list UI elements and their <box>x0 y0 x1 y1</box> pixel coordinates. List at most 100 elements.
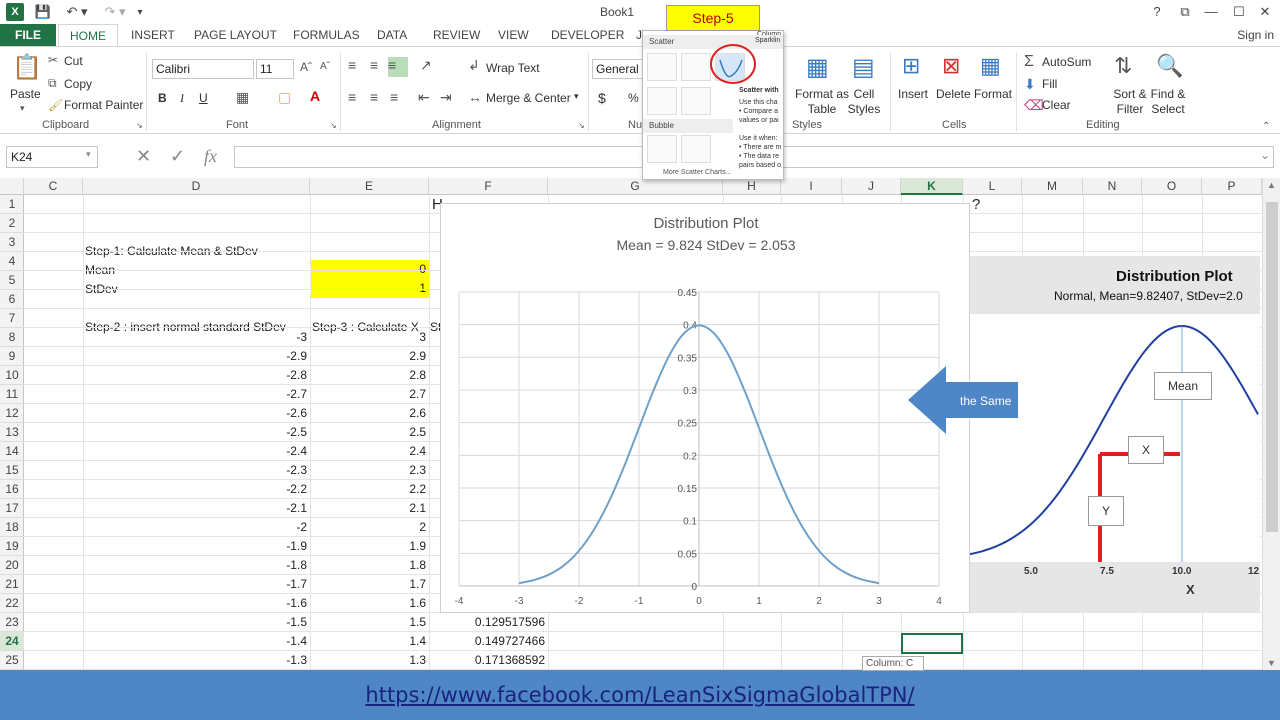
cut-button[interactable]: Cut <box>64 54 83 68</box>
cell-e-value[interactable]: 1.4 <box>310 632 429 651</box>
cell-e-value[interactable]: 2.5 <box>310 423 429 442</box>
cell-e-value[interactable]: 2.3 <box>310 461 429 480</box>
merge-dropdown-icon[interactable]: ▾ <box>574 91 579 102</box>
fill-button[interactable]: Fill <box>1042 77 1057 91</box>
cell-d-value[interactable]: -2.3 <box>83 461 310 480</box>
row-header[interactable]: 18 <box>0 518 24 537</box>
cell-d-value[interactable]: -1.6 <box>83 594 310 613</box>
row-header[interactable]: 1 <box>0 195 24 214</box>
copy-button[interactable]: Copy <box>64 77 92 91</box>
font-color-icon[interactable]: A <box>310 88 320 104</box>
cell-d-value[interactable]: -2 <box>83 518 310 537</box>
italic-button[interactable]: I <box>180 91 184 106</box>
column-header-g[interactable]: G <box>548 178 723 195</box>
cell-f24[interactable]: 0.149727466 <box>429 632 548 651</box>
merge-center-button[interactable]: Merge & Center <box>486 91 571 105</box>
cell-e-value[interactable]: 1.6 <box>310 594 429 613</box>
row-header[interactable]: 4 <box>0 252 24 271</box>
cell-e-value[interactable]: 2.7 <box>310 385 429 404</box>
column-header-n[interactable]: N <box>1083 178 1142 195</box>
row-header[interactable]: 12 <box>0 404 24 423</box>
row-header[interactable]: 24 <box>0 632 24 651</box>
cell-d-value[interactable]: -2.4 <box>83 442 310 461</box>
cell-f23[interactable]: 0.129517596 <box>429 613 548 632</box>
enter-icon[interactable]: ✓ <box>170 146 185 167</box>
percent-button[interactable]: % <box>628 91 639 105</box>
increase-font-icon[interactable]: Aˆ <box>300 60 312 74</box>
cell-d-value[interactable]: -1.3 <box>83 651 310 670</box>
name-box[interactable]: K24 <box>6 146 98 168</box>
cell-e-value[interactable]: 2 <box>310 518 429 537</box>
insert-cells-button[interactable]: Insert <box>898 87 928 101</box>
scrollbar-thumb[interactable] <box>1266 202 1278 532</box>
cell-f25[interactable]: 0.171368592 <box>429 651 548 670</box>
font-launcher-icon[interactable]: ↘ <box>330 121 337 130</box>
column-header-k[interactable]: K <box>901 178 963 195</box>
row-header[interactable]: 6 <box>0 290 24 309</box>
tab-home[interactable]: HOME <box>58 24 118 47</box>
number-format-select[interactable]: General <box>592 59 644 79</box>
row-header[interactable]: 25 <box>0 651 24 670</box>
row-header[interactable]: 10 <box>0 366 24 385</box>
select-all-corner[interactable] <box>0 178 24 195</box>
format-as-table-button[interactable]: Format as Table <box>794 87 850 117</box>
row-header[interactable]: 21 <box>0 575 24 594</box>
cell-e-value[interactable]: 1.3 <box>310 651 429 670</box>
cell-d-value[interactable]: -2.2 <box>83 480 310 499</box>
column-header-f[interactable]: F <box>429 178 548 195</box>
cell-e-value[interactable]: 2.2 <box>310 480 429 499</box>
cell-d-value[interactable]: -2.1 <box>83 499 310 518</box>
increase-indent-icon[interactable]: ⇥ <box>440 89 452 106</box>
column-header-l[interactable]: L <box>963 178 1022 195</box>
column-header-d[interactable]: D <box>83 178 310 195</box>
row-header[interactable]: 19 <box>0 537 24 556</box>
decrease-indent-icon[interactable]: ⇤ <box>418 89 430 106</box>
delete-cells-button[interactable]: Delete <box>936 87 971 101</box>
scroll-up-icon[interactable]: ▲ <box>1267 180 1276 190</box>
row-header[interactable]: 17 <box>0 499 24 518</box>
cell-d-value[interactable]: -3 <box>83 328 310 347</box>
paste-dropdown-icon[interactable]: ▾ <box>20 103 25 114</box>
help-button[interactable]: ? <box>1146 2 1168 22</box>
cell-d-value[interactable]: -1.4 <box>83 632 310 651</box>
row-header[interactable]: 11 <box>0 385 24 404</box>
align-right-icon[interactable]: ≡ <box>390 89 398 105</box>
tab-review[interactable]: REVIEW <box>433 28 480 42</box>
cancel-icon[interactable]: ✕ <box>136 146 151 167</box>
cell-d-value[interactable]: -2.7 <box>83 385 310 404</box>
maximize-button[interactable]: ☐ <box>1228 2 1250 22</box>
customize-toolbar-icon[interactable]: ▾ <box>134 3 146 21</box>
row-header[interactable]: 22 <box>0 594 24 613</box>
distribution-chart[interactable]: Distribution Plot Mean = 9.824 StDev = 2… <box>440 203 970 613</box>
chart-subtitle[interactable]: Mean = 9.824 StDev = 2.053 <box>616 237 795 253</box>
row-header[interactable]: 20 <box>0 556 24 575</box>
currency-button[interactable]: $ <box>598 90 606 106</box>
decrease-font-icon[interactable]: Aˇ <box>320 61 330 72</box>
row-header[interactable]: 15 <box>0 461 24 480</box>
align-center-icon[interactable]: ≡ <box>370 89 378 105</box>
tab-view[interactable]: VIEW <box>498 28 529 42</box>
tab-page-layout[interactable]: PAGE LAYOUT <box>194 28 277 42</box>
column-header-e[interactable]: E <box>310 178 429 195</box>
bold-button[interactable]: B <box>158 91 167 105</box>
column-header-j[interactable]: J <box>842 178 901 195</box>
close-icon[interactable]: ✕ <box>1254 2 1276 22</box>
tab-data[interactable]: DATA <box>377 28 407 42</box>
scatter-straight-lines-thumb[interactable] <box>681 87 711 115</box>
cell-l1[interactable]: ? <box>972 195 980 214</box>
tab-developer[interactable]: DEVELOPER <box>551 28 624 42</box>
scatter-smooth-markers-thumb[interactable] <box>681 53 711 81</box>
chart-title[interactable]: Distribution Plot <box>653 215 759 232</box>
cell-d-value[interactable]: -1.7 <box>83 575 310 594</box>
clipboard-launcher-icon[interactable]: ↘ <box>136 121 143 130</box>
bubble-3d-thumb[interactable] <box>681 135 711 163</box>
vertical-scrollbar[interactable]: ▲ ▼ <box>1262 178 1280 670</box>
column-header-h[interactable]: H <box>723 178 781 195</box>
insert-function-button[interactable]: fx <box>204 146 217 167</box>
cell-styles-button[interactable]: Cell Styles <box>844 87 884 117</box>
cell-e-value[interactable]: 2.9 <box>310 347 429 366</box>
cell-d-value[interactable]: -2.9 <box>83 347 310 366</box>
redo-icon[interactable]: ↷ ▾ <box>100 3 130 21</box>
sign-in-link[interactable]: Sign in <box>1237 28 1274 42</box>
tab-insert[interactable]: INSERT <box>131 28 175 42</box>
